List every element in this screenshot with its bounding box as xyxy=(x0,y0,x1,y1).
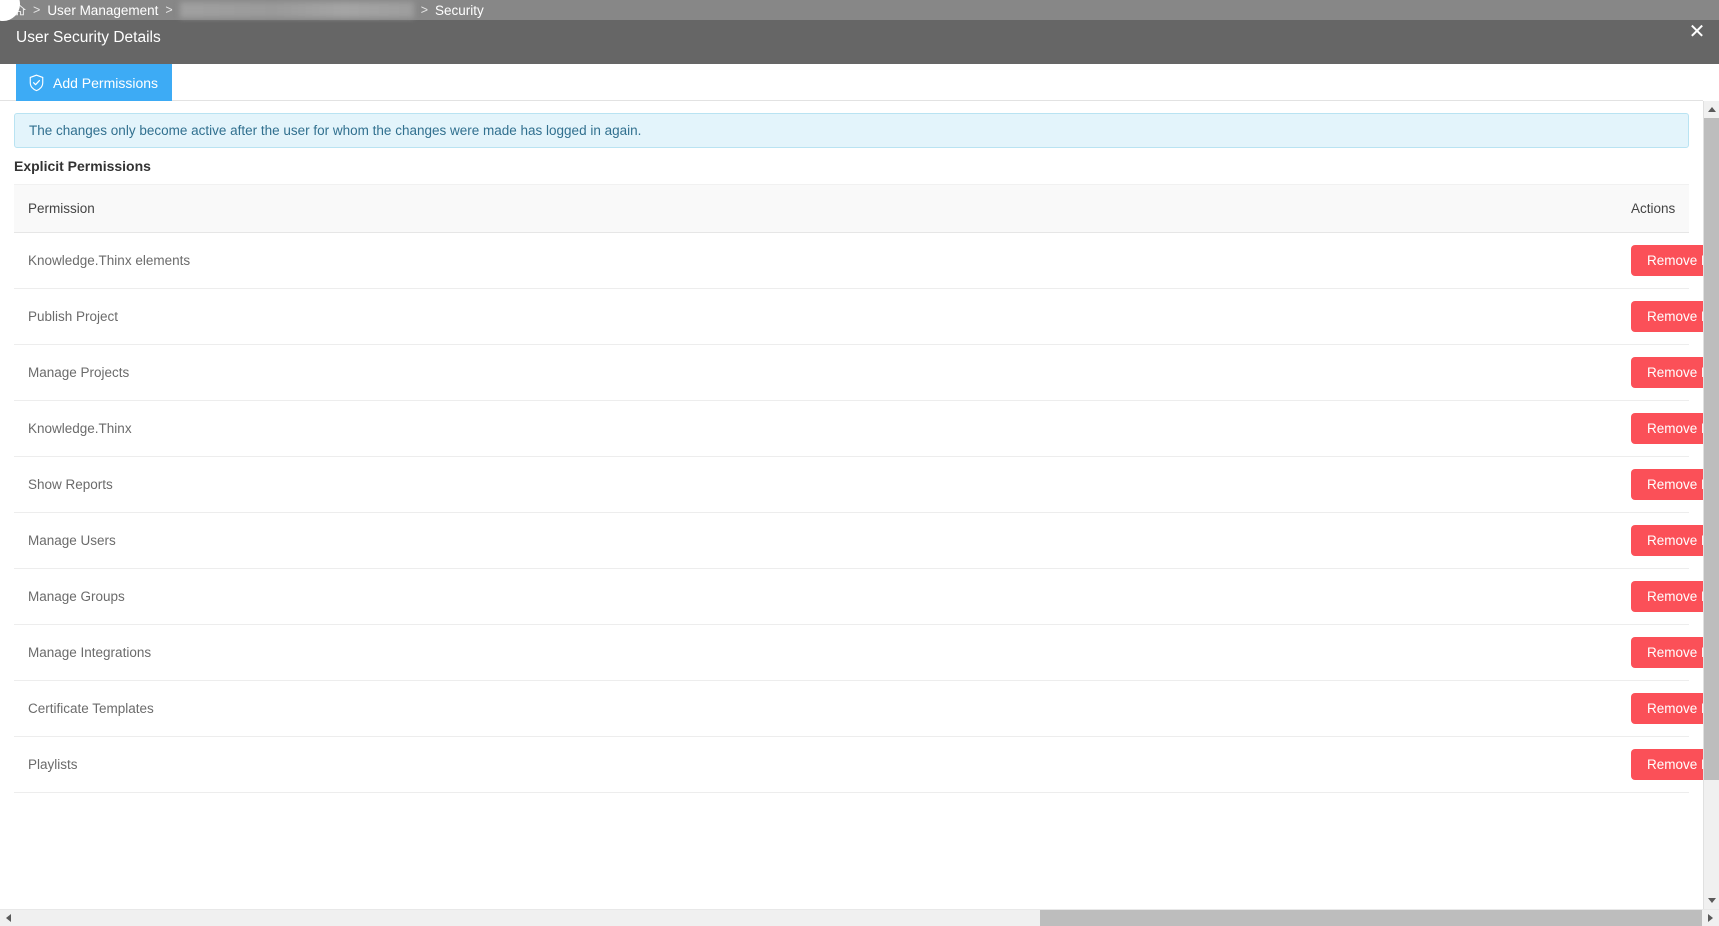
shield-check-icon xyxy=(28,74,45,92)
permissions-table-body: Knowledge.Thinx elements Remove Permissio… xyxy=(14,232,1703,793)
table-row: Manage Users Remove Permission xyxy=(14,512,1703,569)
permission-name: Manage Groups xyxy=(14,568,829,625)
remove-permission-button[interactable]: Remove Permission xyxy=(1631,469,1703,500)
dialog-content: The changes only become active after the… xyxy=(0,101,1703,889)
section-title-explicit-permissions: Explicit Permissions xyxy=(14,158,151,174)
tab-strip: Add Permissions xyxy=(0,64,1703,101)
permission-name: Knowledge.Thinx elements xyxy=(14,232,829,289)
permission-actions-cell: Remove Permission xyxy=(829,400,1703,457)
permission-name: Knowledge.Thinx xyxy=(14,400,829,457)
column-header-actions: Actions xyxy=(829,184,1689,233)
breadcrumb: > User Management > > Security xyxy=(12,0,484,20)
permissions-table: Permission Actions Knowledge.Thinx eleme… xyxy=(14,184,1703,793)
permission-name: Playlists xyxy=(14,736,829,793)
remove-permission-button[interactable]: Remove Permission xyxy=(1631,749,1703,780)
user-security-details-dialog: > User Management > > Security User Secu… xyxy=(0,0,1719,926)
horizontal-scrollbar[interactable] xyxy=(0,909,1719,926)
remove-permission-button[interactable]: Remove Permission xyxy=(1631,637,1703,668)
breadcrumb-separator-3: > xyxy=(420,3,428,17)
table-row: Knowledge.Thinx elements Remove Permissio… xyxy=(14,232,1703,289)
vertical-scrollbar-thumb[interactable] xyxy=(1704,118,1719,780)
permission-name: Show Reports xyxy=(14,456,829,513)
remove-permission-button[interactable]: Remove Permission xyxy=(1631,525,1703,556)
dialog-header: > User Management > > Security User Secu… xyxy=(0,0,1719,64)
scroll-left-button[interactable] xyxy=(0,910,17,926)
remove-permission-button[interactable]: Remove Permission xyxy=(1631,581,1703,612)
scroll-down-button[interactable] xyxy=(1704,892,1719,909)
permission-name: Manage Users xyxy=(14,512,829,569)
breadcrumb-item-security[interactable]: Security xyxy=(435,3,484,18)
table-row: Certificate Templates Remove Permission xyxy=(14,680,1703,737)
remove-permission-button[interactable]: Remove Permission xyxy=(1631,301,1703,332)
table-row: Show Reports Remove Permission xyxy=(14,456,1703,513)
permission-name: Certificate Templates xyxy=(14,680,829,737)
triangle-right-icon xyxy=(1708,914,1713,922)
remove-permission-button[interactable]: Remove Permission xyxy=(1631,413,1703,444)
tab-add-permissions-label: Add Permissions xyxy=(53,74,159,91)
breadcrumb-item-user-management[interactable]: User Management xyxy=(47,3,158,18)
permission-actions-cell: Remove Permission xyxy=(829,736,1703,793)
breadcrumb-separator-1: > xyxy=(33,3,41,17)
permission-actions-cell: Remove Permission xyxy=(829,568,1703,625)
permission-actions-cell: Remove Permission xyxy=(829,624,1703,681)
table-row: Playlists Remove Permission xyxy=(14,736,1703,793)
table-row: Knowledge.Thinx Remove Permission xyxy=(14,400,1703,457)
breadcrumb-separator-2: > xyxy=(165,3,173,17)
permission-name: Publish Project xyxy=(14,288,829,345)
triangle-left-icon xyxy=(6,914,11,922)
permission-actions-cell: Remove Permission xyxy=(829,456,1703,513)
permission-actions-cell: Remove Permission xyxy=(829,344,1703,401)
scroll-right-button[interactable] xyxy=(1702,910,1719,926)
scroll-up-button[interactable] xyxy=(1704,101,1719,118)
info-alert: The changes only become active after the… xyxy=(14,113,1689,148)
horizontal-scrollbar-thumb[interactable] xyxy=(1040,910,1702,926)
triangle-down-icon xyxy=(1707,898,1716,903)
permission-actions-cell: Remove Permission xyxy=(829,232,1703,289)
permissions-table-head: Permission Actions xyxy=(14,184,1689,233)
permission-actions-cell: Remove Permission xyxy=(829,680,1703,737)
triangle-up-icon xyxy=(1707,107,1716,112)
info-alert-message: The changes only become active after the… xyxy=(29,123,642,138)
breadcrumb-item-redacted[interactable] xyxy=(179,2,414,18)
close-icon[interactable]: ✕ xyxy=(1683,18,1711,46)
permission-name: Manage Projects xyxy=(14,344,829,401)
column-header-permission: Permission xyxy=(14,184,829,233)
remove-permission-button[interactable]: Remove Permission xyxy=(1631,245,1703,276)
remove-permission-button[interactable]: Remove Permission xyxy=(1631,357,1703,388)
table-header-row: Permission Actions xyxy=(14,184,1689,233)
permission-name: Manage Integrations xyxy=(14,624,829,681)
page-title: User Security Details xyxy=(16,29,161,46)
table-row: Manage Projects Remove Permission xyxy=(14,344,1703,401)
permission-actions-cell: Remove Permission xyxy=(829,512,1703,569)
vertical-scrollbar[interactable] xyxy=(1703,101,1719,909)
table-row: Publish Project Remove Permission xyxy=(14,288,1703,345)
tab-add-permissions[interactable]: Add Permissions xyxy=(16,64,173,101)
table-row: Manage Integrations Remove Permission xyxy=(14,624,1703,681)
remove-permission-button[interactable]: Remove Permission xyxy=(1631,693,1703,724)
table-row: Manage Groups Remove Permission xyxy=(14,568,1703,625)
permission-actions-cell: Remove Permission xyxy=(829,288,1703,345)
